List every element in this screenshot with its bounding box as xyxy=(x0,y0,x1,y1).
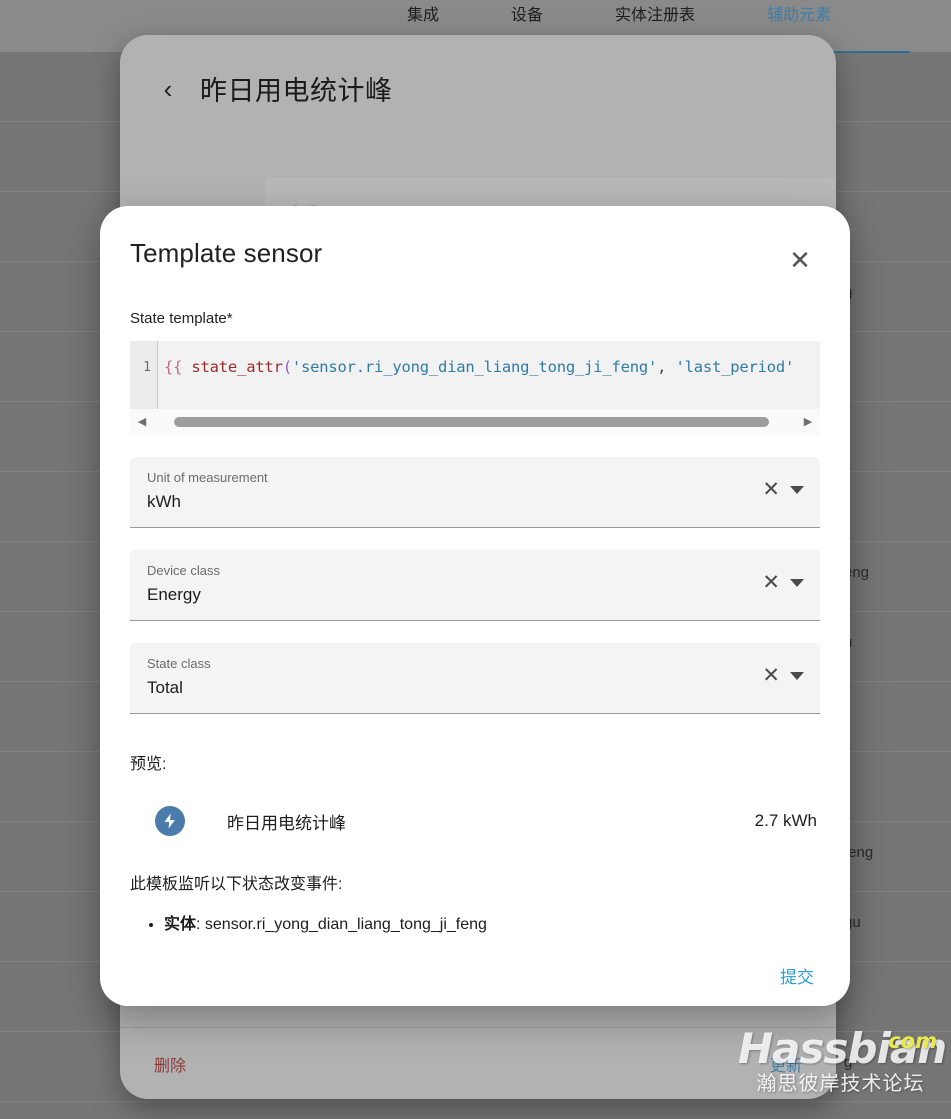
preview-entity-name: 昨日用电统计峰 xyxy=(227,813,346,833)
entity-dialog-header: ‹ 昨日用电统计峰 xyxy=(120,35,836,108)
field-label: State class xyxy=(147,656,211,671)
unit-of-measurement-select[interactable]: Unit of measurement kWh ✕ xyxy=(130,457,820,528)
state-template-label: State template* xyxy=(130,310,233,327)
scrollbar-track[interactable] xyxy=(150,409,800,435)
dialog-footer: 提交 xyxy=(100,944,850,1006)
tab-entity-registry[interactable]: 实体注册表 xyxy=(601,0,709,32)
lightning-bolt-icon xyxy=(155,806,185,836)
chevron-down-icon[interactable] xyxy=(790,671,804,680)
chevron-down-icon[interactable] xyxy=(790,485,804,494)
code-token: ( xyxy=(282,358,292,376)
chevron-down-icon[interactable] xyxy=(790,578,804,587)
tab-devices[interactable]: 设备 xyxy=(497,0,557,32)
chevron-left-icon[interactable]: ‹ xyxy=(154,75,182,103)
field-value: Total xyxy=(147,678,183,697)
listen-entity-list: 实体: sensor.ri_yong_dian_liang_tong_ji_fe… xyxy=(130,912,820,938)
field-label: Device class xyxy=(147,563,220,578)
code-gutter: 1 xyxy=(130,341,158,409)
submit-button[interactable]: 提交 xyxy=(780,963,814,988)
dialog-body: State template* 1 {{ state_attr('sensor.… xyxy=(100,310,850,938)
field-value: kWh xyxy=(147,492,181,511)
delete-button[interactable]: 删除 xyxy=(154,1052,186,1076)
scrollbar-thumb[interactable] xyxy=(174,417,769,427)
preview-entity-value: 2.7 kWh xyxy=(754,811,817,830)
row-text: g xyxy=(844,1054,853,1071)
tab-integrations[interactable]: 集成 xyxy=(393,0,453,32)
code-token: state_attr xyxy=(191,358,283,376)
list-item-value: sensor.ri_yong_dian_liang_tong_ji_feng xyxy=(204,916,487,933)
device-class-select[interactable]: Device class Energy ✕ xyxy=(130,550,820,621)
template-sensor-dialog: Template sensor ✕ State template* 1 {{ s… xyxy=(100,206,850,1006)
preview-entity-row[interactable]: 昨日用电统计峰 2.7 kWh xyxy=(130,806,820,836)
close-icon[interactable]: ✕ xyxy=(780,240,820,280)
code-token: 'last_period' xyxy=(675,358,795,376)
code-token: 'sensor.ri_yong_dian_liang_tong_ji_feng' xyxy=(291,358,658,376)
code-token: {{ xyxy=(164,358,183,376)
dialog-header: Template sensor ✕ xyxy=(100,206,850,280)
preview-label: 预览: xyxy=(130,756,167,773)
code-horizontal-scrollbar[interactable]: ◀ ▶ xyxy=(130,409,820,435)
code-line: {{ state_attr('sensor.ri_yong_dian_liang… xyxy=(164,341,794,376)
listen-description: 此模板监听以下状态改变事件: xyxy=(130,876,343,893)
state-class-select[interactable]: State class Total ✕ xyxy=(130,643,820,714)
tab-helpers[interactable]: 辅助元素 xyxy=(753,0,845,32)
triangle-right-icon[interactable]: ▶ xyxy=(800,416,816,428)
list-item-key: 实体 xyxy=(164,916,197,933)
clear-icon[interactable]: ✕ xyxy=(762,479,780,500)
state-template-code-editor[interactable]: 1 {{ state_attr('sensor.ri_yong_dian_lia… xyxy=(130,341,820,409)
list-item-separator: : xyxy=(196,916,205,933)
clear-icon[interactable]: ✕ xyxy=(762,572,780,593)
field-value: Energy xyxy=(147,585,201,604)
code-token: , xyxy=(657,358,667,376)
entity-dialog-title: 昨日用电统计峰 xyxy=(200,76,393,106)
entity-dialog-footer: 删除 更新 xyxy=(120,1027,836,1099)
list-item: 实体: sensor.ri_yong_dian_liang_tong_ji_fe… xyxy=(164,912,820,938)
clear-icon[interactable]: ✕ xyxy=(762,665,780,686)
triangle-left-icon[interactable]: ◀ xyxy=(134,416,150,428)
field-label: Unit of measurement xyxy=(147,470,268,485)
dialog-title: Template sensor xyxy=(130,238,323,268)
update-button[interactable]: 更新 xyxy=(770,1052,802,1076)
